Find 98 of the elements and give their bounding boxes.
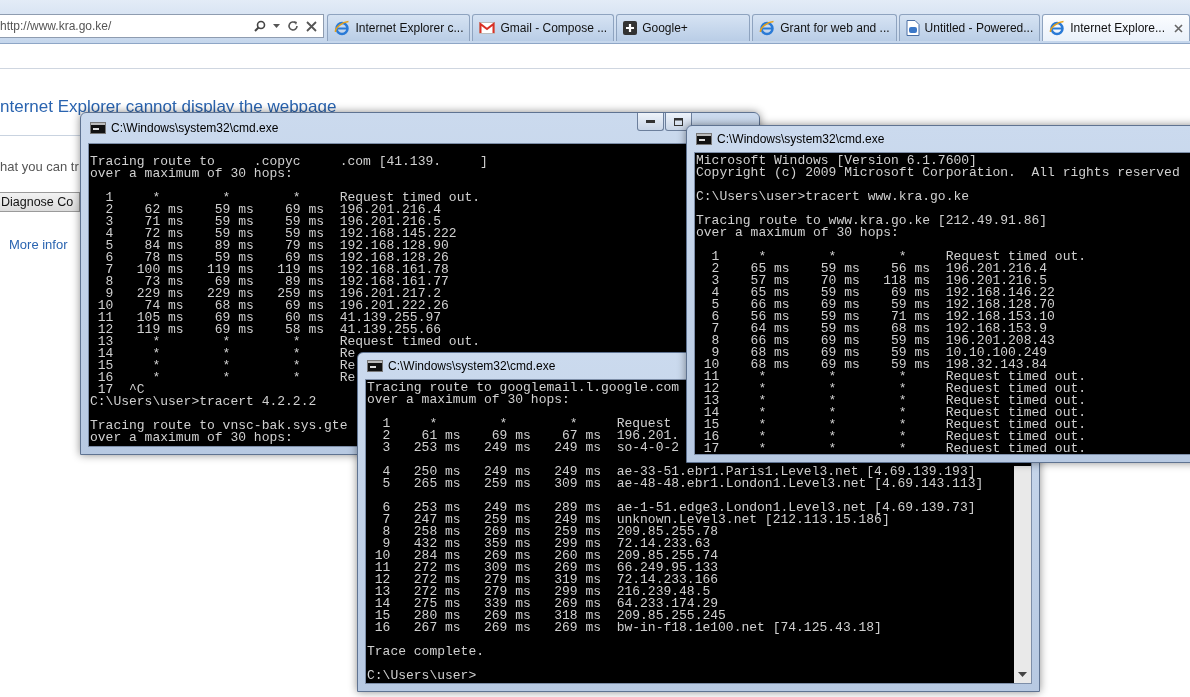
console-line: 2 61 ms 69 ms 67 ms 196.201.	[381, 430, 680, 442]
error-text: hat you can tr	[0, 159, 79, 174]
console-line: 16 267 ms 269 ms 269 ms bw-in-f18.1e100.net [74.125.43.18]	[373, 622, 882, 634]
console-line: 4 250 ms 249 ms 249 ms ae-33-51.ebr1.Paris1.Level3.net [4.69.139.193]	[381, 466, 976, 478]
document-icon	[905, 20, 920, 36]
console-line: 16 * * * Re	[96, 372, 356, 384]
scroll-down-icon[interactable]	[1018, 672, 1027, 677]
console-line: 17 ^C	[97, 384, 145, 396]
browser-tab[interactable]: Internet Explorer c...	[327, 14, 471, 41]
window-title: C:\Windows\system32\cmd.exe	[111, 121, 279, 135]
console-line: 6 253 ms 249 ms 289 ms ae-1-51.edge3.London1.Level3.net [4.69.139.73]	[381, 502, 976, 514]
window-title: C:\Windows\system32\cmd.exe	[717, 132, 885, 146]
console-line: over a maximum of 30 hops:	[696, 227, 899, 239]
console-line: C:\Users\user>tracert www.kra.go.ke	[696, 191, 970, 203]
console-line: 15 * * * Request timed out.	[702, 419, 1087, 431]
console-line: 5 265 ms 259 ms 309 ms ae-48-48.ebr1.London1.Level3.net [4.69.143.113]	[381, 478, 984, 490]
console-line: 4 65 ms 59 ms 69 ms 192.168.146.22	[710, 287, 1055, 299]
caret-icon[interactable]	[273, 23, 281, 29]
console-icon	[90, 122, 106, 134]
minimize-button[interactable]	[637, 113, 664, 131]
console-line: 9 68 ms 69 ms 59 ms 10.10.100.249	[711, 347, 1048, 359]
console-line: 1 * * * Request	[381, 418, 672, 430]
console-line: 14 * * * Re	[96, 348, 356, 360]
console-line: 7 100 ms 119 ms 119 ms 192.168.161.78	[104, 264, 449, 276]
maximize-button[interactable]	[665, 113, 692, 131]
console-line: 5 66 ms 69 ms 59 ms 192.168.128.70	[710, 299, 1055, 311]
console-line: 8 66 ms 69 ms 59 ms 196.201.208.43	[710, 335, 1055, 347]
diagnose-button[interactable]: Diagnose Co	[0, 192, 80, 212]
console-line: 4 72 ms 59 ms 59 ms 192.168.145.222	[104, 228, 457, 240]
browser-icon	[334, 20, 351, 36]
console-line: 1 * * * Request timed out.	[104, 192, 481, 204]
console-line: 14 275 ms 339 ms 269 ms 64.233.174.29	[373, 598, 719, 610]
console-line: 12 * * * Request timed out.	[702, 383, 1087, 395]
console-line: C:\Users\user>tracert 4.2.2.2	[90, 396, 317, 408]
console-line: 13 * * * Request timed out.	[96, 336, 481, 348]
console-line: 13 272 ms 279 ms 299 ms 216.239.48.5	[373, 586, 711, 598]
console-line: Copyright (c) 2009 Microsoft Corporation. All rights reserved	[696, 167, 1180, 179]
console-icon	[696, 133, 712, 145]
console-line: 8 258 ms 269 ms 259 ms 209.85.255.78	[381, 526, 719, 538]
plus-icon	[623, 21, 638, 35]
address-field[interactable]: http://www.kra.go.ke/	[0, 14, 325, 38]
console-line: 6 56 ms 59 ms 71 ms 192.168.153.10	[710, 311, 1055, 323]
console-line: 12 119 ms 69 ms 58 ms 41.139.255.66	[96, 324, 442, 336]
console-line: over a maximum of 30 hops:	[367, 394, 570, 406]
browser-tab[interactable]: Untitled - Powered...	[898, 14, 1041, 41]
console-line: Trace complete.	[367, 646, 485, 658]
console-line: 14 * * * Request timed out.	[702, 407, 1087, 419]
console-line: 1 * * * Request timed out.	[710, 251, 1087, 263]
console-line: 6 78 ms 59 ms 69 ms 192.168.128.26	[104, 252, 449, 264]
console-line: Tracing route to vnsc-bak.sys.gte	[90, 420, 348, 432]
console-line: 10 74 ms 68 ms 69 ms 196.201.222.26	[96, 300, 449, 312]
console-line: 10 284 ms 269 ms 260 ms 209.85.255.74	[373, 550, 719, 562]
console-line: Tracing route to .copyc .com [41.139. ]	[90, 156, 488, 168]
browser-icon	[1049, 20, 1066, 36]
console-line: 3 57 ms 70 ms 118 ms 196.201.216.5	[710, 275, 1048, 287]
console-line: 11 272 ms 309 ms 269 ms 66.249.95.133	[373, 562, 719, 574]
close-icon[interactable]	[1174, 23, 1183, 33]
console-line: 7 247 ms 259 ms 249 ms unknown.Level3.net [212.113.15.186]	[381, 514, 890, 526]
console-line: 17 * * * Request timed out.	[702, 443, 1087, 454]
search-icon[interactable]	[254, 20, 267, 32]
console-line: 2 65 ms 59 ms 56 ms 196.201.216.4	[710, 263, 1048, 275]
console-line: C:\Users\user>	[367, 670, 477, 682]
console-line: 16 * * * Request timed out.	[702, 431, 1087, 443]
console-line: 10 68 ms 69 ms 59 ms 198.32.143.84	[702, 359, 1048, 371]
envelope-icon	[479, 22, 496, 34]
console-line: Microsoft Windows [Version 6.1.7600]	[696, 155, 977, 167]
refresh-icon[interactable]	[287, 20, 300, 32]
console-line: 11 105 ms 69 ms 60 ms 41.139.255.97	[96, 312, 442, 324]
console-line: 12 272 ms 279 ms 319 ms 72.14.233.166	[373, 574, 719, 586]
console-line: 9 229 ms 229 ms 259 ms 196.201.217.2	[105, 288, 442, 300]
stop-icon[interactable]	[306, 20, 318, 32]
console-line: 13 * * * Request timed out.	[702, 395, 1087, 407]
minimize-icon	[646, 120, 655, 123]
address-text: http://www.kra.go.ke/	[0, 19, 113, 33]
window-title: C:\Windows\system32\cmd.exe	[388, 359, 556, 373]
browser-tab[interactable]: Grant for web and ...	[752, 14, 897, 41]
console-line: 11 * * * Request timed out.	[702, 371, 1087, 383]
scrollbar[interactable]	[1014, 466, 1031, 683]
console-line: over a maximum of 30 hops:	[90, 168, 293, 180]
console-line: 5 84 ms 89 ms 79 ms 192.168.128.90	[104, 240, 449, 252]
console-line: 3 253 ms 249 ms 249 ms so-4-0-2	[381, 442, 680, 454]
console-line: over a maximum of 30 hops:	[90, 432, 293, 444]
maximize-icon	[674, 117, 683, 126]
browser-tab[interactable]: Internet Explore...	[1042, 14, 1190, 41]
console-line: Tracing route to googlemail.l.google.com	[367, 382, 680, 394]
console-line: 2 62 ms 59 ms 69 ms 196.201.216.4	[104, 204, 442, 216]
console-line: 9 432 ms 359 ms 299 ms 72.14.233.63	[382, 538, 711, 550]
browser-tab[interactable]: Google+	[616, 14, 751, 41]
console-line: Tracing route to www.kra.go.ke [212.49.91.86]	[696, 215, 1048, 227]
more-info-link[interactable]: More infor	[9, 237, 68, 252]
browser-tab[interactable]: Gmail - Compose ...	[472, 14, 615, 41]
console-line: 3 71 ms 59 ms 59 ms 196.201.216.5	[104, 216, 442, 228]
console-line: 15 * * * Re	[96, 360, 356, 372]
console-line: 15 280 ms 269 ms 318 ms 209.85.255.245	[373, 610, 726, 622]
console-line: 7 64 ms 59 ms 68 ms 192.168.153.9	[710, 323, 1048, 335]
browser-icon	[759, 20, 776, 36]
console-line: 8 73 ms 69 ms 89 ms 192.168.161.77	[104, 276, 449, 288]
console-icon	[367, 360, 383, 372]
